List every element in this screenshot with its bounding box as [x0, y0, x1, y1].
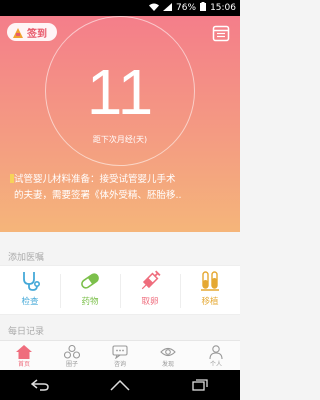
stethoscope-icon: [18, 269, 42, 293]
home-nav-icon: [110, 376, 130, 395]
recents-icon: [192, 376, 208, 395]
reminders-title: 添加医嘱: [8, 253, 45, 263]
home-button[interactable]: [100, 373, 140, 397]
bottom-tab-bar: 首页 圈子 咨询 发现 个人: [0, 340, 240, 370]
notice-line-1: 试管婴儿材料准备：接受试管婴儿手术: [14, 174, 176, 185]
calendar-icon: [212, 25, 230, 46]
recents-button[interactable]: [180, 373, 220, 397]
tab-home[interactable]: 首页: [0, 341, 48, 370]
test-tubes-icon: [198, 269, 222, 293]
tab-label-discover: 发现: [161, 360, 174, 368]
reminder-item-checkup[interactable]: 检查: [0, 266, 60, 314]
battery-percent: 76%: [176, 3, 197, 13]
status-bar: 76% 15:06: [0, 0, 240, 16]
system-nav-bar: [0, 370, 240, 400]
daily-records-title: 每日记录: [8, 327, 45, 337]
chat-icon: [112, 344, 128, 359]
reminder-item-egg-retrieval[interactable]: 取卵: [120, 266, 180, 314]
days-caption: 距下次月经(天): [92, 135, 148, 144]
tab-label-circle: 圈子: [65, 360, 78, 368]
reminder-label-medicine: 药物: [81, 297, 99, 307]
tab-circle[interactable]: 圈子: [48, 341, 96, 370]
tab-profile[interactable]: 个人: [192, 341, 240, 370]
reminder-item-medicine[interactable]: 药物: [60, 266, 120, 314]
reminder-label-egg-retrieval: 取卵: [141, 297, 159, 307]
eye-icon: [160, 344, 176, 358]
syringe-icon: [138, 269, 162, 293]
wifi-icon: [149, 3, 160, 14]
tab-label-consult: 咨询: [113, 360, 126, 368]
battery-icon: [200, 2, 207, 14]
tab-label-home: 首页: [17, 360, 30, 368]
tab-consult[interactable]: 咨询: [96, 341, 144, 370]
home-icon: [16, 344, 32, 359]
calendar-button[interactable]: [212, 24, 230, 42]
tab-label-profile: 个人: [209, 360, 222, 368]
back-button[interactable]: [20, 373, 60, 397]
circle-icon: [63, 344, 81, 359]
tab-discover[interactable]: 发现: [144, 341, 192, 370]
notice-line-2: 的夫妻，需要签署《体外受精、胚胎移..: [14, 190, 182, 201]
checkin-button[interactable]: 签到: [7, 23, 57, 41]
reminder-label-transfer: 移植: [201, 297, 219, 307]
person-icon: [208, 344, 224, 359]
reminder-quick-actions: 检查 药物 取卵 移植: [0, 265, 240, 315]
tip-notice[interactable]: 试管婴儿材料准备：接受试管婴儿手术 的夫妻，需要签署《体外受精、胚胎移..: [14, 172, 228, 204]
reminder-item-transfer[interactable]: 移植: [180, 266, 240, 314]
days-count: 11: [86, 56, 154, 128]
checkin-icon: [13, 23, 23, 42]
back-icon: [30, 376, 49, 395]
signal-icon: [163, 2, 173, 14]
pill-icon: [78, 269, 102, 293]
checkin-label: 签到: [27, 28, 47, 40]
clock: 15:06: [210, 3, 236, 13]
reminder-label-checkup: 检查: [21, 297, 39, 307]
